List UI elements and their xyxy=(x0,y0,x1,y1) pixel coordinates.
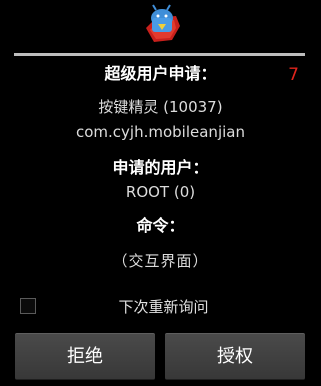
request-title: 超级用户申请： xyxy=(104,64,217,83)
deny-button[interactable]: 拒绝 xyxy=(15,333,155,380)
package-name: com.cyjh.mobileanjian xyxy=(76,123,245,141)
title-divider xyxy=(14,53,305,56)
superuser-android-icon xyxy=(136,4,184,44)
command-value: （交互界面） xyxy=(112,252,209,270)
requested-user-title: 申请的用户： xyxy=(112,158,209,177)
countdown-timer: 7 xyxy=(288,65,299,85)
remember-choice-row[interactable]: 下次重新询问 xyxy=(14,294,307,322)
requested-user-value: ROOT (0) xyxy=(125,183,196,201)
app-name: 按键精灵 (10037) xyxy=(98,98,223,116)
command-title: 命令： xyxy=(136,216,185,235)
grant-button[interactable]: 授权 xyxy=(165,333,305,380)
remember-label: 下次重新询问 xyxy=(118,298,209,316)
superuser-request-dialog: 超级用户申请： 7 按键精灵 (10037) com.cyjh.mobilean… xyxy=(0,0,321,386)
